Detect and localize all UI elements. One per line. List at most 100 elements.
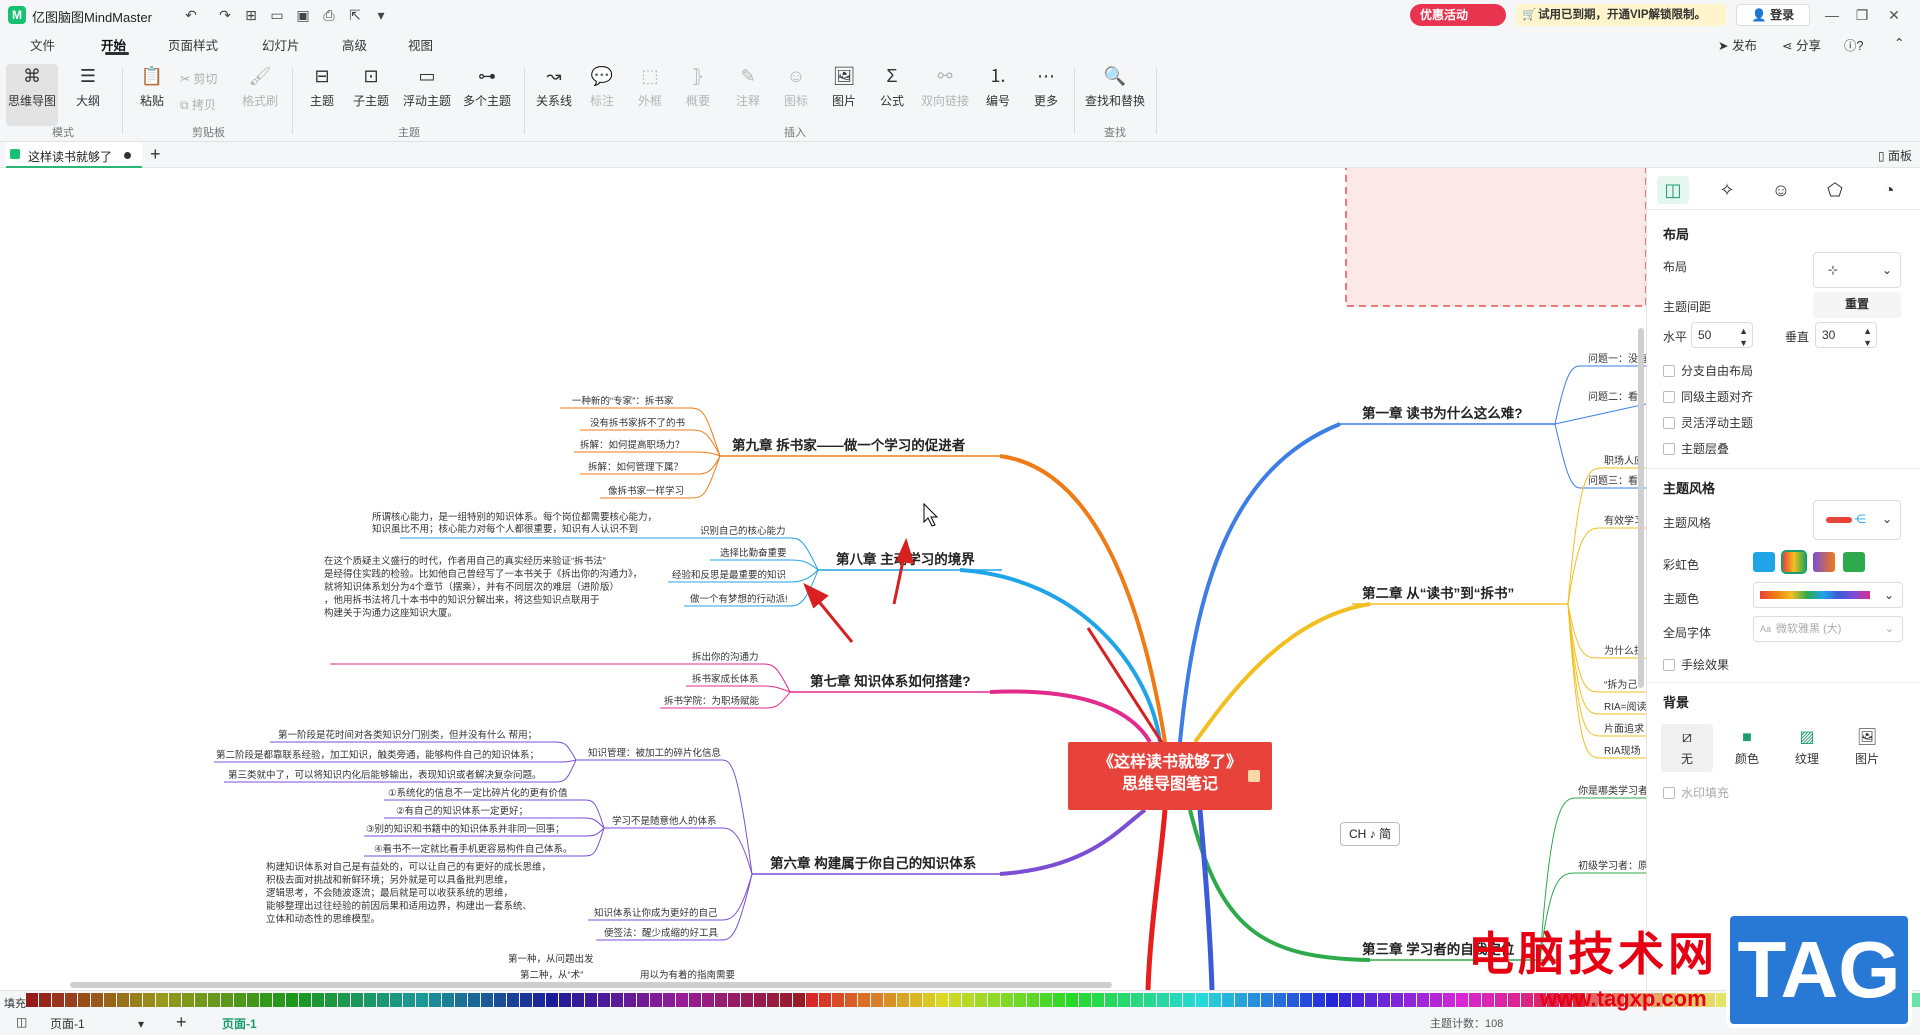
- palette-swatch[interactable]: [1287, 993, 1299, 1007]
- promo-button[interactable]: 优惠活动: [1410, 4, 1506, 26]
- mindmap-mode-button[interactable]: ⌘ 思维导图: [6, 64, 58, 126]
- ch6-sys-note[interactable]: 构建知识体系对自己是有益处的，可以让自己的有更好的成长思维，: [266, 861, 551, 873]
- relation-button[interactable]: ↝ 关系线: [532, 64, 576, 126]
- ime-indicator[interactable]: CH ♪ 简: [1340, 822, 1400, 846]
- ch6-title[interactable]: 第六章 构建属于你自己的知识体系: [770, 855, 977, 871]
- print-icon[interactable]: ⎙: [320, 6, 338, 24]
- add-page-button[interactable]: +: [176, 1012, 187, 1033]
- palette-swatch[interactable]: [312, 993, 324, 1007]
- palette-swatch[interactable]: [1456, 993, 1468, 1007]
- palette-swatch[interactable]: [52, 993, 64, 1007]
- close-icon[interactable]: ✕: [1880, 5, 1908, 25]
- palette-swatch[interactable]: [741, 993, 753, 1007]
- palette-swatch[interactable]: [1339, 993, 1351, 1007]
- palette-swatch[interactable]: [650, 993, 662, 1007]
- ch6-km-note[interactable]: 第二阶段是都靠联系经验，加工知识，触类旁通，能够构件自己的知识体系；: [216, 749, 539, 761]
- palette-swatch[interactable]: [637, 993, 649, 1007]
- publish-button[interactable]: ➤ 发布: [1718, 35, 1757, 54]
- palette-swatch[interactable]: [689, 993, 701, 1007]
- palette-swatch[interactable]: [1326, 993, 1338, 1007]
- palette-swatch[interactable]: [1209, 993, 1221, 1007]
- palette-swatch[interactable]: [1911, 993, 1920, 1007]
- note-button[interactable]: ✎ 注释: [728, 64, 768, 126]
- palette-swatch[interactable]: [442, 993, 454, 1007]
- open-icon[interactable]: ▭: [268, 6, 286, 24]
- palette-swatch[interactable]: [1157, 993, 1169, 1007]
- save-icon[interactable]: ▣: [294, 6, 312, 24]
- palette-swatch[interactable]: [1053, 993, 1065, 1007]
- mindmap-canvas[interactable]: 第一章 读书为什么这么难? 问题一：没有 问题二：看 问题三：看 第二章 从“读…: [0, 168, 1646, 990]
- panel-toggle-button[interactable]: ▯ 面板: [1878, 147, 1912, 164]
- paste-button[interactable]: 📋 粘贴: [132, 64, 172, 126]
- ai-sparkle-icon[interactable]: ✧: [1711, 176, 1743, 204]
- palette-swatch[interactable]: [624, 993, 636, 1007]
- mindmap-svg[interactable]: 第一章 读书为什么这么难? 问题一：没有 问题二：看 问题三：看 第二章 从“读…: [0, 168, 1646, 990]
- menu-tab-file[interactable]: 文件: [30, 35, 55, 54]
- ch1-sub[interactable]: 问题三：看: [1588, 474, 1638, 487]
- palette-swatch[interactable]: [949, 993, 961, 1007]
- menu-tab-advanced[interactable]: 高级: [342, 35, 367, 54]
- palette-swatch[interactable]: [832, 993, 844, 1007]
- palette-swatch[interactable]: [130, 993, 142, 1007]
- palette-swatch[interactable]: [871, 993, 883, 1007]
- palette-swatch[interactable]: [1495, 993, 1507, 1007]
- palette-swatch[interactable]: [208, 993, 220, 1007]
- palette-swatch[interactable]: [572, 993, 584, 1007]
- palette-swatch[interactable]: [377, 993, 389, 1007]
- palette-swatch[interactable]: [663, 993, 675, 1007]
- palette-swatch[interactable]: [1066, 993, 1078, 1007]
- palette-swatch[interactable]: [403, 993, 415, 1007]
- ch6-learn-note[interactable]: ②有自己的知识体系一定更好；: [396, 805, 528, 817]
- palette-swatch[interactable]: [1027, 993, 1039, 1007]
- palette-swatch[interactable]: [143, 993, 155, 1007]
- image-button[interactable]: 🖼 图片: [824, 64, 864, 126]
- bg-texture-option[interactable]: ▨ 纹理: [1781, 724, 1833, 772]
- find-replace-button[interactable]: 🔍 查找和替换: [1080, 64, 1150, 126]
- document-tab[interactable]: 这样读书就够了: [6, 142, 142, 168]
- ch9-sub[interactable]: 一种新的“专家”：拆书家: [572, 395, 674, 407]
- palette-swatch[interactable]: [702, 993, 714, 1007]
- layout-tab-icon[interactable]: ◫: [1657, 176, 1689, 204]
- palette-swatch[interactable]: [585, 993, 597, 1007]
- palette-swatch[interactable]: [260, 993, 272, 1007]
- palette-swatch[interactable]: [65, 993, 77, 1007]
- ch9-sub[interactable]: 像拆书家一样学习: [608, 485, 684, 497]
- palette-swatch[interactable]: [1222, 993, 1234, 1007]
- palette-swatch[interactable]: [1105, 993, 1117, 1007]
- palette-swatch[interactable]: [1443, 993, 1455, 1007]
- page-tab[interactable]: 页面-1: [222, 1015, 257, 1032]
- rainbow-option[interactable]: [1843, 552, 1865, 572]
- new-tab-button[interactable]: +: [150, 144, 161, 165]
- ch6-sub[interactable]: 便签法：醒少成缩的好工具: [604, 927, 719, 939]
- ch7-note[interactable]: 构建关于沟通力这座知识大厦。: [324, 607, 457, 619]
- horizontal-scrollbar[interactable]: [70, 982, 1112, 988]
- palette-swatch[interactable]: [1170, 993, 1182, 1007]
- marker-icon[interactable]: ☺: [1765, 176, 1797, 204]
- palette-swatch[interactable]: [962, 993, 974, 1007]
- palette-swatch[interactable]: [611, 993, 623, 1007]
- palette-swatch[interactable]: [1352, 993, 1364, 1007]
- ch7-note[interactable]: ，他用拆书法将几十本书中的知识分解出来，将这些知识点联用于: [324, 594, 600, 606]
- palette-swatch[interactable]: [1040, 993, 1052, 1007]
- ch6-sub[interactable]: 知识管理：被加工的碎片化信息: [588, 747, 721, 759]
- more-button[interactable]: ⋯ 更多: [1026, 64, 1066, 126]
- ch6-km-note[interactable]: 第三类就中了，可以将知识内化后能够输出，表现知识或者解决复杂问题。: [228, 769, 542, 781]
- palette-swatch[interactable]: [767, 993, 779, 1007]
- ch7-title[interactable]: 第七章 知识体系如何搭建?: [810, 673, 971, 689]
- export-icon[interactable]: ⇱: [346, 6, 364, 24]
- palette-swatch[interactable]: [26, 993, 38, 1007]
- bg-none-option[interactable]: ⧄ 无: [1661, 724, 1713, 772]
- palette-swatch[interactable]: [780, 993, 792, 1007]
- rainbow-option[interactable]: [1813, 552, 1835, 572]
- note-badge-icon[interactable]: [1248, 770, 1260, 782]
- ch2-title[interactable]: 第二章 从“读书”到“拆书”: [1362, 585, 1514, 601]
- minimize-icon[interactable]: —: [1818, 5, 1846, 25]
- palette-swatch[interactable]: [819, 993, 831, 1007]
- menu-tab-slides[interactable]: 幻灯片: [262, 35, 300, 54]
- theme-icon[interactable]: ⬠: [1819, 176, 1851, 204]
- palette-swatch[interactable]: [468, 993, 480, 1007]
- palette-swatch[interactable]: [247, 993, 259, 1007]
- more-icon[interactable]: ▾: [372, 6, 390, 24]
- vip-trial-banner[interactable]: 🛒 试用已到期，开通VIP解锁限制。: [1516, 4, 1726, 26]
- palette-swatch[interactable]: [1183, 993, 1195, 1007]
